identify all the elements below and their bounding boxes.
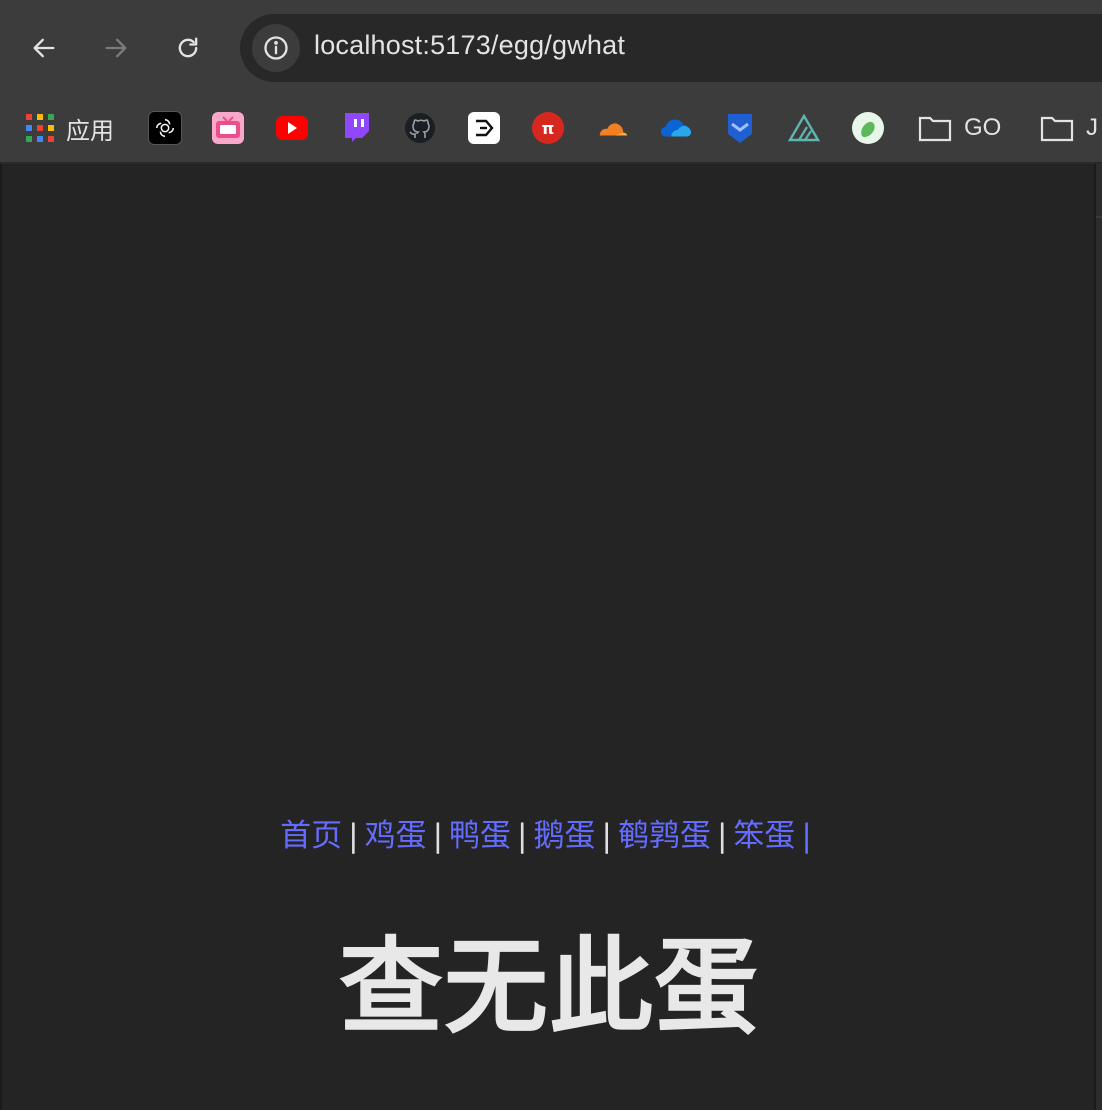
bookmark-bilibili[interactable] [212,108,244,148]
bookmark-green[interactable] [852,108,884,148]
forward-button[interactable] [92,24,140,72]
onedrive-icon [660,112,692,144]
site-info-button[interactable] [252,24,300,72]
url-text[interactable]: localhost:5173/egg/gwhat [314,30,625,61]
openai-icon [148,111,182,145]
bookmark-apps-label: 应用 [66,117,114,145]
back-button[interactable] [20,24,68,72]
nav-link-duck-egg[interactable]: 鸭蛋 [449,818,511,854]
info-circle-icon [264,36,288,60]
folder-icon [918,116,952,142]
browser-window: localhost:5173/egg/gwhat 应用 π GO J 首页 | … [0,0,1102,1110]
bookmark-openai[interactable] [148,108,182,148]
reload-icon [178,37,198,58]
bookmark-triangle[interactable] [788,108,820,148]
address-bar[interactable]: localhost:5173/egg/gwhat [240,14,1102,82]
scrollbar[interactable] [1094,164,1102,1110]
bookmark-apps[interactable]: 应用 [26,108,114,148]
bookmark-folder-j-label: J [1086,114,1098,141]
nav-link-chicken-egg[interactable]: 鸡蛋 [365,818,427,854]
arrow-left-icon [33,38,55,58]
arrow-box-icon [468,112,500,144]
folder-icon [1040,116,1074,142]
bookmark-twitch[interactable] [340,108,372,148]
nav-separator: | [801,818,812,854]
twitch-icon [340,112,372,144]
pi-icon: π [532,112,564,144]
bookmark-github[interactable] [404,108,436,148]
bookmark-shield[interactable] [724,108,756,148]
nav-link-quail-egg[interactable]: 鹌鹑蛋 [618,818,711,854]
bookmark-youtube[interactable] [276,108,308,148]
nav-separator: | [348,818,359,854]
nav-separator: | [716,818,728,854]
nav-link-dumb-egg[interactable]: 笨蛋 [733,818,795,854]
arrow-right-icon [105,38,127,58]
nav-separator: | [601,818,612,854]
bookmark-folder-j[interactable]: J [1040,108,1098,148]
triangle-logo-icon [788,112,820,144]
bookmark-onedrive[interactable] [660,108,692,148]
egg-nav: 首页 | 鸡蛋 | 鸭蛋 | 鹅蛋 | 鹌鹑蛋 | 笨蛋 | [2,816,1096,856]
page-content: 首页 | 鸡蛋 | 鸭蛋 | 鹅蛋 | 鹌鹑蛋 | 笨蛋 | 查无此蛋 [0,164,1096,1110]
bookmark-cloudflare[interactable] [596,108,628,148]
bookmark-folder-go-label: GO [964,114,1002,141]
scrollbar-marker [1096,216,1102,274]
shield-bookmark-icon [724,112,756,144]
nav-separator: | [517,818,528,854]
github-icon [404,112,436,144]
youtube-icon [276,116,308,140]
bookmarks-bar: 应用 π GO J [0,96,1102,164]
nav-link-home[interactable]: 首页 [280,818,342,854]
cloudflare-icon [596,112,628,144]
nav-separator: | [432,818,444,854]
nav-link-goose-egg[interactable]: 鹅蛋 [534,818,596,854]
bookmark-pi[interactable]: π [532,108,564,148]
apps-grid-icon [26,114,54,142]
bookmark-arrow[interactable] [468,108,500,148]
green-blob-icon [852,112,884,144]
bookmark-folder-go[interactable]: GO [918,108,1001,148]
bilibili-tv-icon [212,112,244,144]
reload-button[interactable] [164,24,212,72]
browser-toolbar: localhost:5173/egg/gwhat [0,0,1102,96]
page-title: 查无此蛋 [338,926,759,1048]
